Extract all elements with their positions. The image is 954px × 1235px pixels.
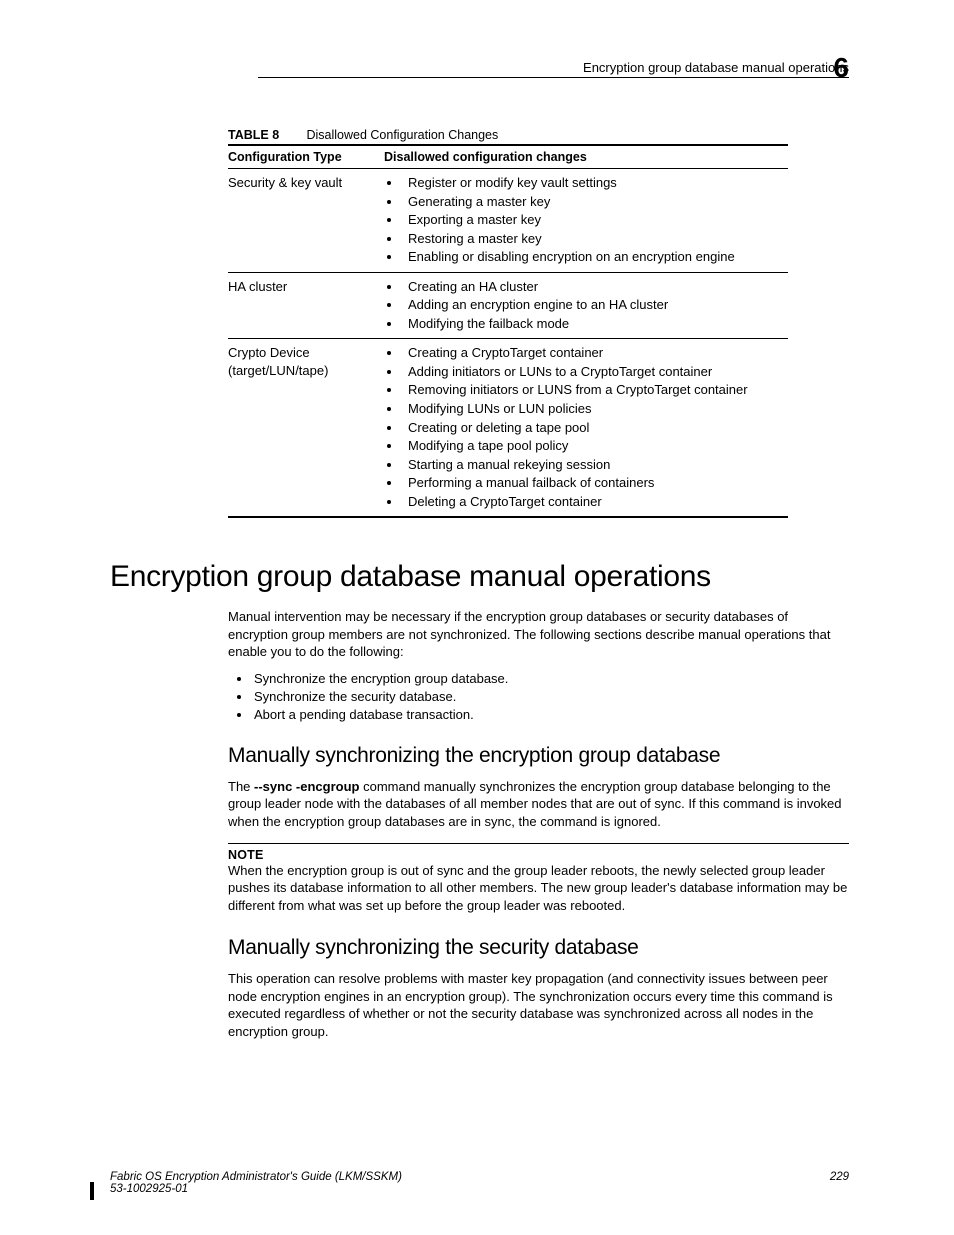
table-row: Crypto Device (target/LUN/tape) Creating… [228, 339, 788, 517]
list-item: Creating an HA cluster [402, 278, 782, 296]
list-item: Modifying the failback mode [402, 315, 782, 333]
page-number: 229 [830, 1171, 849, 1183]
disallowed-config-table: Configuration Type Disallowed configurat… [228, 144, 788, 518]
list-item: Modifying LUNs or LUN policies [402, 400, 782, 418]
note-label: NOTE [228, 848, 849, 862]
command-text: --sync -encgroup [254, 779, 359, 794]
intro-paragraph: Manual intervention may be necessary if … [228, 608, 849, 661]
list-item: Synchronize the security database. [252, 689, 849, 704]
table-caption: TABLE 8 Disallowed Configuration Changes [228, 128, 849, 142]
list-item: Creating a CryptoTarget container [402, 344, 782, 362]
section-heading: Encryption group database manual operati… [110, 560, 849, 594]
cfg-type: HA cluster [228, 272, 384, 339]
page-footer: 229 Fabric OS Encryption Administrator's… [110, 1171, 849, 1195]
list-item: Adding initiators or LUNs to a CryptoTar… [402, 363, 782, 381]
table-8: TABLE 8 Disallowed Configuration Changes… [228, 128, 849, 518]
table-row: HA cluster Creating an HA cluster Adding… [228, 272, 788, 339]
list-item: Deleting a CryptoTarget container [402, 493, 782, 511]
cfg-type: Security & key vault [228, 169, 384, 273]
col-header-changes: Disallowed configuration changes [384, 145, 788, 169]
document-page: Encryption group database manual operati… [0, 0, 954, 1235]
list-item: Register or modify key vault settings [402, 174, 782, 192]
cfg-type: Crypto Device (target/LUN/tape) [228, 339, 384, 517]
list-item: Adding an encryption engine to an HA clu… [402, 296, 782, 314]
table-label: TABLE 8 [228, 128, 303, 142]
list-item: Removing initiators or LUNS from a Crypt… [402, 381, 782, 399]
list-item: Abort a pending database transaction. [252, 707, 849, 722]
col-header-type: Configuration Type [228, 145, 384, 169]
body-content: Manual intervention may be necessary if … [228, 608, 849, 1040]
intro-bullets: Synchronize the encryption group databas… [228, 671, 849, 722]
sync-encgroup-paragraph: The --sync -encgroup command manually sy… [228, 778, 849, 831]
list-item: Modifying a tape pool policy [402, 437, 782, 455]
subsection-heading: Manually synchronizing the security data… [228, 936, 849, 960]
list-item: Exporting a master key [402, 211, 782, 229]
note-rule [228, 843, 849, 844]
note-text: When the encryption group is out of sync… [228, 862, 849, 915]
table-title: Disallowed Configuration Changes [306, 128, 498, 142]
header-rule [258, 77, 849, 78]
running-title: Encryption group database manual operati… [110, 60, 849, 75]
running-header: Encryption group database manual operati… [110, 60, 849, 128]
book-title: Fabric OS Encryption Administrator's Gui… [110, 1171, 402, 1183]
list-item: Generating a master key [402, 193, 782, 211]
chapter-number: 6 [833, 52, 849, 84]
list-item: Creating or deleting a tape pool [402, 419, 782, 437]
revision-mark-icon [90, 1182, 94, 1200]
list-item: Enabling or disabling encryption on an e… [402, 248, 782, 266]
list-item: Restoring a master key [402, 230, 782, 248]
list-item: Performing a manual failback of containe… [402, 474, 782, 492]
list-item: Synchronize the encryption group databas… [252, 671, 849, 686]
doc-number: 53-1002925-01 [110, 1183, 188, 1195]
subsection-heading: Manually synchronizing the encryption gr… [228, 744, 849, 768]
security-db-paragraph: This operation can resolve problems with… [228, 970, 849, 1040]
table-row: Security & key vault Register or modify … [228, 169, 788, 273]
list-item: Starting a manual rekeying session [402, 456, 782, 474]
